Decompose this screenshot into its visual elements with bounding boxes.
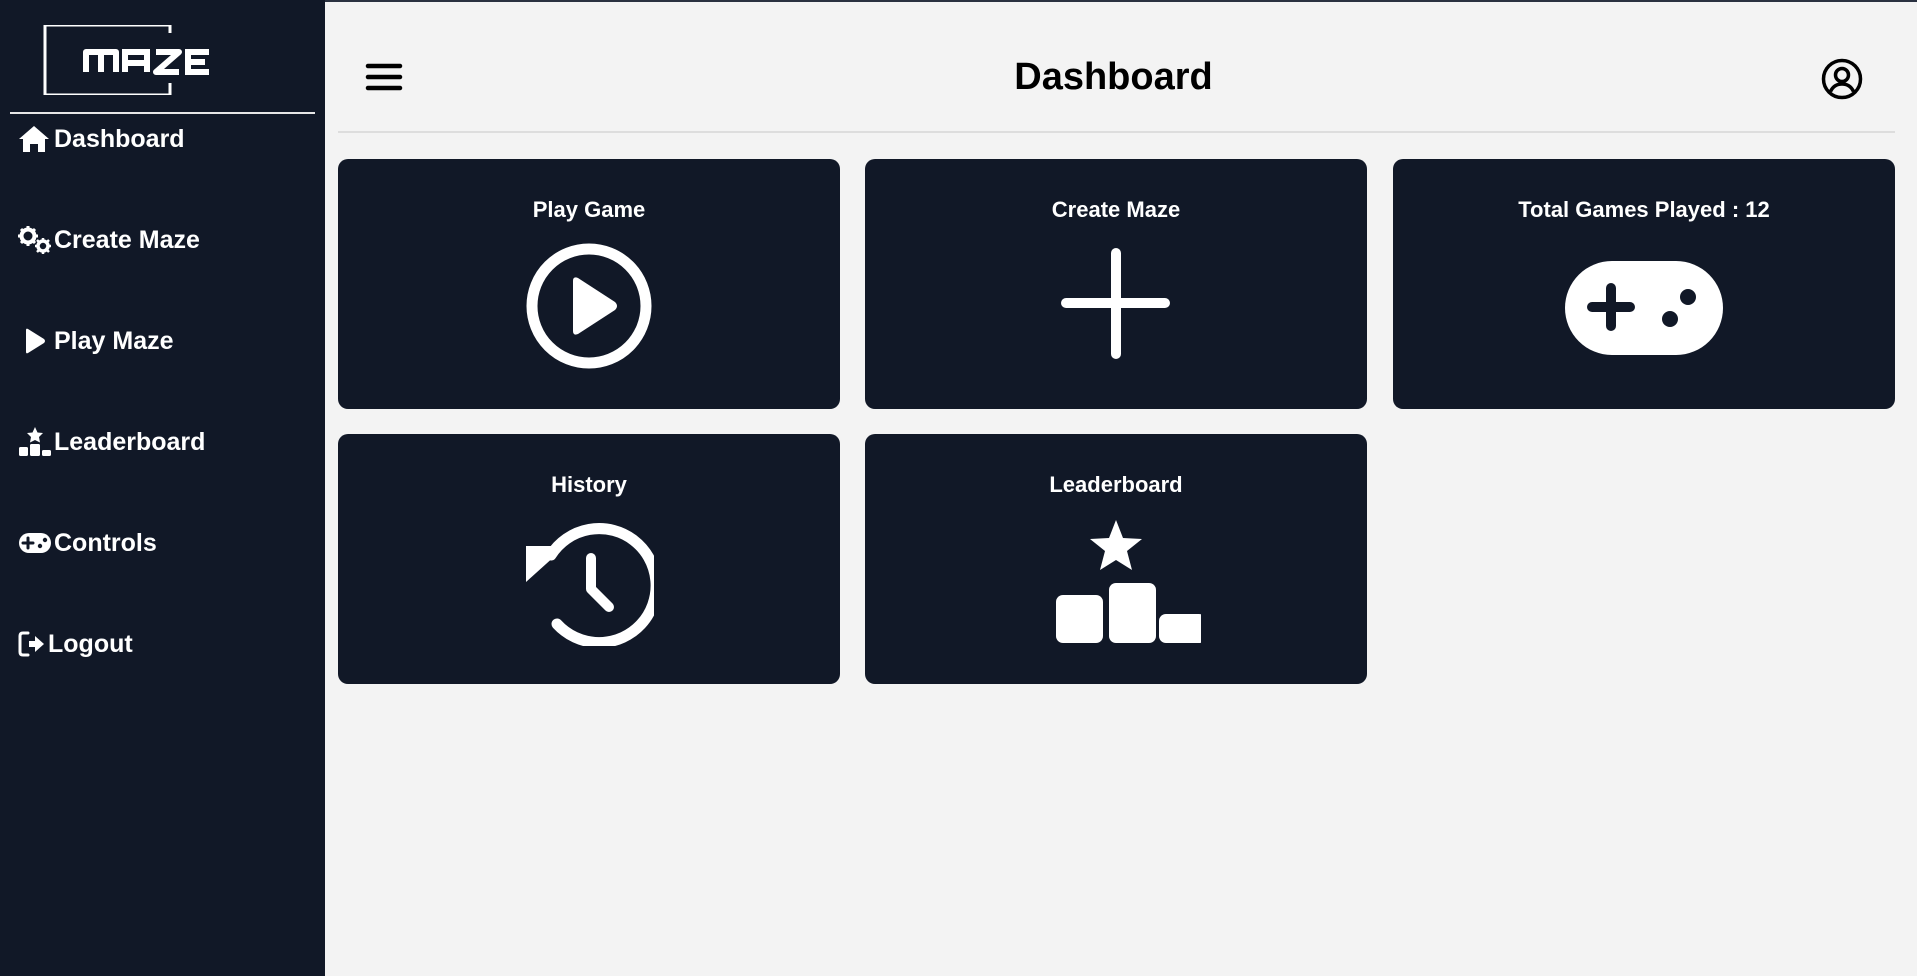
card-title: Total Games Played : 12: [1518, 197, 1770, 222]
leaderboard-card[interactable]: Leaderboard: [865, 434, 1367, 684]
sidebar-item-dashboard[interactable]: Dashboard: [0, 114, 325, 164]
sidebar-item-label: Controls: [54, 528, 157, 557]
sidebar-item-logout[interactable]: Logout: [0, 619, 325, 669]
sidebar-item-label: Create Maze: [54, 225, 200, 254]
sidebar-item-label: Play Maze: [54, 326, 174, 355]
profile-button[interactable]: [1821, 58, 1863, 100]
main-content: Dashboard Play Game Create Maze Total Ga…: [325, 0, 1917, 976]
gamepad-icon: [1393, 241, 1895, 381]
sidebar-item-leaderboard[interactable]: Leaderboard: [0, 417, 325, 467]
podium-star-icon: [865, 516, 1367, 656]
logout-icon: [18, 629, 48, 659]
sidebar-item-label: Logout: [48, 629, 133, 658]
sidebar-item-label: Leaderboard: [54, 427, 206, 456]
sidebar: Dashboard Create Maze Play Maze Leaderbo…: [0, 0, 325, 976]
sidebar-item-create-maze[interactable]: Create Maze: [0, 215, 325, 265]
sidebar-item-label: Dashboard: [54, 124, 185, 153]
create-maze-card[interactable]: Create Maze: [865, 159, 1367, 409]
history-icon: [338, 516, 840, 656]
card-title: History: [551, 472, 627, 497]
history-card[interactable]: History: [338, 434, 840, 684]
ranking-star-icon: [18, 427, 54, 457]
sidebar-item-controls[interactable]: Controls: [0, 518, 325, 568]
home-icon: [18, 124, 54, 154]
page-title: Dashboard: [1014, 56, 1213, 98]
total-games-card[interactable]: Total Games Played : 12: [1393, 159, 1895, 409]
play-circle-icon: [338, 241, 840, 381]
gears-icon: [18, 225, 54, 255]
gamepad-icon: [18, 528, 54, 558]
header-divider: [338, 131, 1895, 133]
play-game-card[interactable]: Play Game: [338, 159, 840, 409]
card-title: Create Maze: [1051, 197, 1181, 222]
user-circle-icon: [1821, 58, 1863, 104]
card-title: Play Game: [532, 197, 646, 222]
card-title: Leaderboard: [1049, 472, 1183, 497]
plus-icon: [865, 241, 1367, 381]
maze-logo[interactable]: [43, 23, 243, 97]
play-icon: [24, 326, 54, 356]
sidebar-item-play-maze[interactable]: Play Maze: [0, 316, 325, 366]
